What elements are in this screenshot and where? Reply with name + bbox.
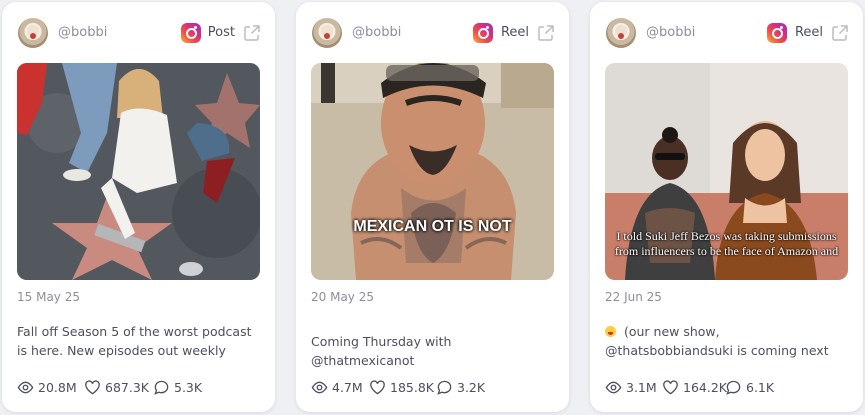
views-count: 20.8M <box>38 379 77 395</box>
caption-text: (our new show, @thatsbobbiandsuki is com… <box>605 324 829 358</box>
post-caption: Coming Thursday with @thatmexicanot <box>311 334 452 368</box>
post-thumbnail[interactable] <box>17 63 260 280</box>
post-card[interactable]: @bobbi Reel I told Suki Jeff Bezos was t… <box>590 2 863 412</box>
views-stat: 4.7M <box>311 377 363 397</box>
thumbnail-image <box>17 63 260 280</box>
reel-overlay-text: MEXICAN OT IS NOT <box>353 218 512 235</box>
comments-count: 3.2K <box>457 379 486 395</box>
author-handle[interactable]: @bobbi <box>646 25 695 40</box>
comment-icon <box>437 380 452 395</box>
heart-icon <box>85 379 100 394</box>
post-type-label: Reel <box>794 25 823 40</box>
reel-overlay-text: I told Suki Jeff Bezos was taking submis… <box>614 229 839 258</box>
comments-count: 6.1K <box>746 379 775 395</box>
likes-stat: 185.8K <box>369 377 434 397</box>
views-stat: 3.1M <box>605 377 657 397</box>
views-count: 3.1M <box>626 379 657 395</box>
card-header: @bobbi Post <box>18 18 261 50</box>
views-count: 4.7M <box>332 379 363 395</box>
likes-count: 164.2K <box>683 379 727 395</box>
engagement-stats: 4.7M 185.8K 3.2K <box>311 377 557 397</box>
reel-thumbnail[interactable]: MEXICAN OT IS NOT <box>311 63 554 280</box>
post-card[interactable]: @bobbi Post 15 May 25 Fall off Season 5 … <box>2 2 275 412</box>
instagram-icon <box>181 23 201 43</box>
post-caption: (our new show, @thatsbobbiandsuki is com… <box>605 322 847 362</box>
post-date: 15 May 25 <box>17 290 80 304</box>
eye-icon <box>311 381 328 393</box>
comment-icon <box>154 380 169 395</box>
comments-stat: 3.2K <box>436 377 485 397</box>
comments-stat: 6.1K <box>725 377 774 397</box>
external-link-icon[interactable] <box>537 24 555 42</box>
author-handle[interactable]: @bobbi <box>352 25 401 40</box>
engagement-stats: 3.1M 164.2K 6.1K <box>605 377 851 397</box>
author-handle[interactable]: @bobbi <box>58 25 107 40</box>
instagram-icon <box>767 23 787 43</box>
comments-stat: 5.3K <box>153 377 202 397</box>
thumbnail-image <box>311 63 554 280</box>
card-header: @bobbi Reel <box>312 18 555 50</box>
instagram-icon <box>473 23 493 43</box>
laughing-emoji-icon <box>605 326 616 337</box>
avatar[interactable] <box>606 18 636 48</box>
avatar[interactable] <box>18 18 48 48</box>
post-type-label: Post <box>207 25 235 40</box>
card-header: @bobbi Reel <box>606 18 849 50</box>
comment-icon <box>726 380 741 395</box>
post-caption: Fall off Season 5 of the worst podcast i… <box>17 324 252 358</box>
likes-count: 687.3K <box>105 379 149 395</box>
engagement-stats: 20.8M 687.3K 5.3K <box>17 377 263 397</box>
heart-icon <box>370 379 385 394</box>
avatar[interactable] <box>312 18 342 48</box>
external-link-icon[interactable] <box>831 24 849 42</box>
likes-stat: 687.3K <box>84 377 149 397</box>
post-type-label: Reel <box>500 25 529 40</box>
eye-icon <box>17 381 34 393</box>
views-stat: 20.8M <box>17 377 77 397</box>
post-card[interactable]: @bobbi Reel MEXICAN OT IS NOT 20 May 25 <box>296 2 569 412</box>
post-date: 20 May 25 <box>311 290 374 304</box>
external-link-icon[interactable] <box>243 24 261 42</box>
heart-icon <box>663 379 678 394</box>
post-date: 22 Jun 25 <box>605 290 662 304</box>
likes-stat: 164.2K <box>662 377 727 397</box>
likes-count: 185.8K <box>390 379 434 395</box>
comments-count: 5.3K <box>174 379 203 395</box>
reel-thumbnail[interactable]: I told Suki Jeff Bezos was taking submis… <box>605 63 848 280</box>
eye-icon <box>605 381 622 393</box>
